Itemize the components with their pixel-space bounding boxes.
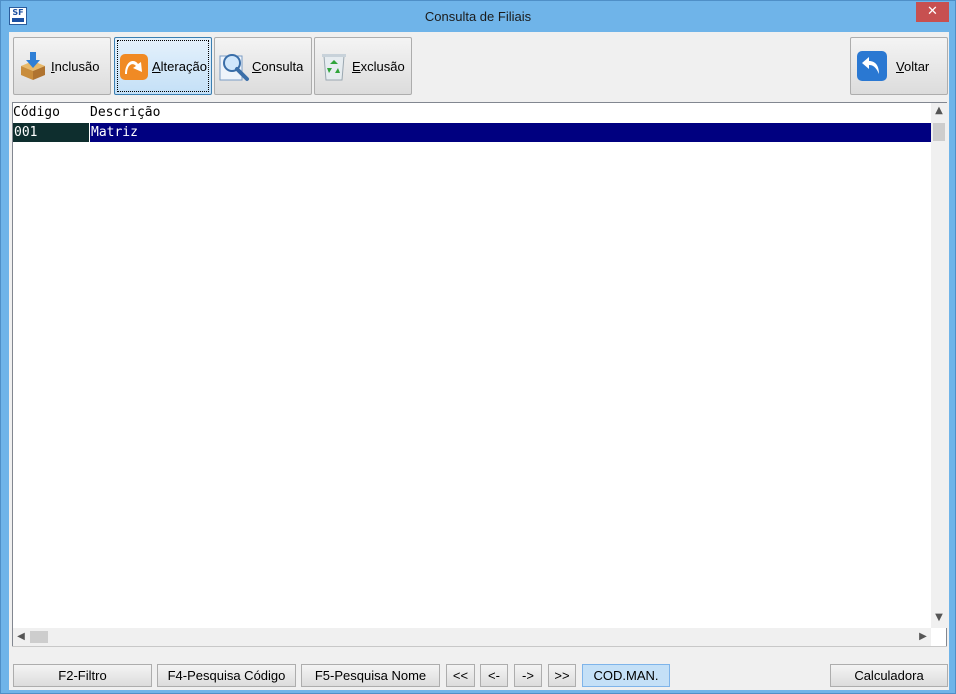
voltar-button[interactable]: Voltar: [850, 37, 948, 95]
edit-orange-icon: [120, 54, 148, 80]
table-row[interactable]: 001 Matriz: [13, 123, 931, 142]
vertical-scrollbar[interactable]: ▲ ▼: [931, 103, 947, 628]
exclusao-button[interactable]: Exclusão: [314, 37, 412, 95]
scroll-left-icon[interactable]: ◀: [13, 629, 29, 645]
next-record-button[interactable]: ->: [514, 664, 542, 687]
inclusao-button[interactable]: Inclusão: [13, 37, 111, 95]
pesquisa-codigo-button[interactable]: F4-Pesquisa Código: [157, 664, 296, 687]
pesquisa-nome-button[interactable]: F5-Pesquisa Nome: [301, 664, 440, 687]
cell-descricao[interactable]: Matriz: [90, 123, 931, 142]
cell-codigo[interactable]: 001: [13, 123, 89, 142]
title-bar[interactable]: SF Consulta de Filiais ✕: [1, 1, 955, 31]
column-header-descricao[interactable]: Descrição: [90, 105, 160, 120]
alteracao-label: Alteração: [152, 58, 207, 74]
calculadora-button[interactable]: Calculadora: [830, 664, 948, 687]
consulta-label: Consulta: [252, 58, 304, 74]
alteracao-button[interactable]: Alteração: [114, 37, 212, 95]
exclusao-label: Exclusão: [352, 58, 405, 74]
previous-record-button[interactable]: <-: [480, 664, 508, 687]
scroll-down-icon[interactable]: ▼: [931, 610, 947, 626]
inclusao-label: Inclusão: [51, 58, 100, 74]
first-record-button[interactable]: <<: [446, 664, 475, 687]
horizontal-scrollbar[interactable]: ◀ ▶: [13, 628, 931, 646]
column-header-codigo[interactable]: Código: [13, 105, 60, 120]
last-record-button[interactable]: >>: [548, 664, 576, 687]
back-arrow-icon: [857, 51, 887, 81]
divider: [12, 646, 947, 647]
consulta-button[interactable]: Consulta: [214, 37, 312, 95]
vertical-scroll-thumb[interactable]: [933, 123, 945, 141]
box-download-icon: [21, 52, 45, 80]
grid-header: Código Descrição: [13, 103, 931, 123]
main-window: SF Consulta de Filiais ✕ Inclusão Altera…: [0, 0, 956, 694]
voltar-label: Voltar: [896, 58, 930, 74]
recycle-bin-icon: [322, 54, 346, 81]
close-icon: ✕: [927, 4, 938, 19]
scroll-up-icon[interactable]: ▲: [931, 103, 947, 119]
client-area: Inclusão Alteração Consulta Exclusão Vol…: [9, 32, 949, 690]
filiais-grid[interactable]: Código Descrição 001 Matriz ▲ ▼ ◀ ▶: [12, 102, 947, 647]
magnifier-icon: [219, 54, 249, 81]
window-title: Consulta de Filiais: [424, 9, 532, 24]
cod-man-button[interactable]: COD.MAN.: [582, 664, 670, 687]
close-button[interactable]: ✕: [916, 2, 949, 22]
filtro-button[interactable]: F2-Filtro: [13, 664, 152, 687]
horizontal-scroll-thumb[interactable]: [30, 631, 48, 643]
scroll-right-icon[interactable]: ▶: [915, 629, 931, 645]
